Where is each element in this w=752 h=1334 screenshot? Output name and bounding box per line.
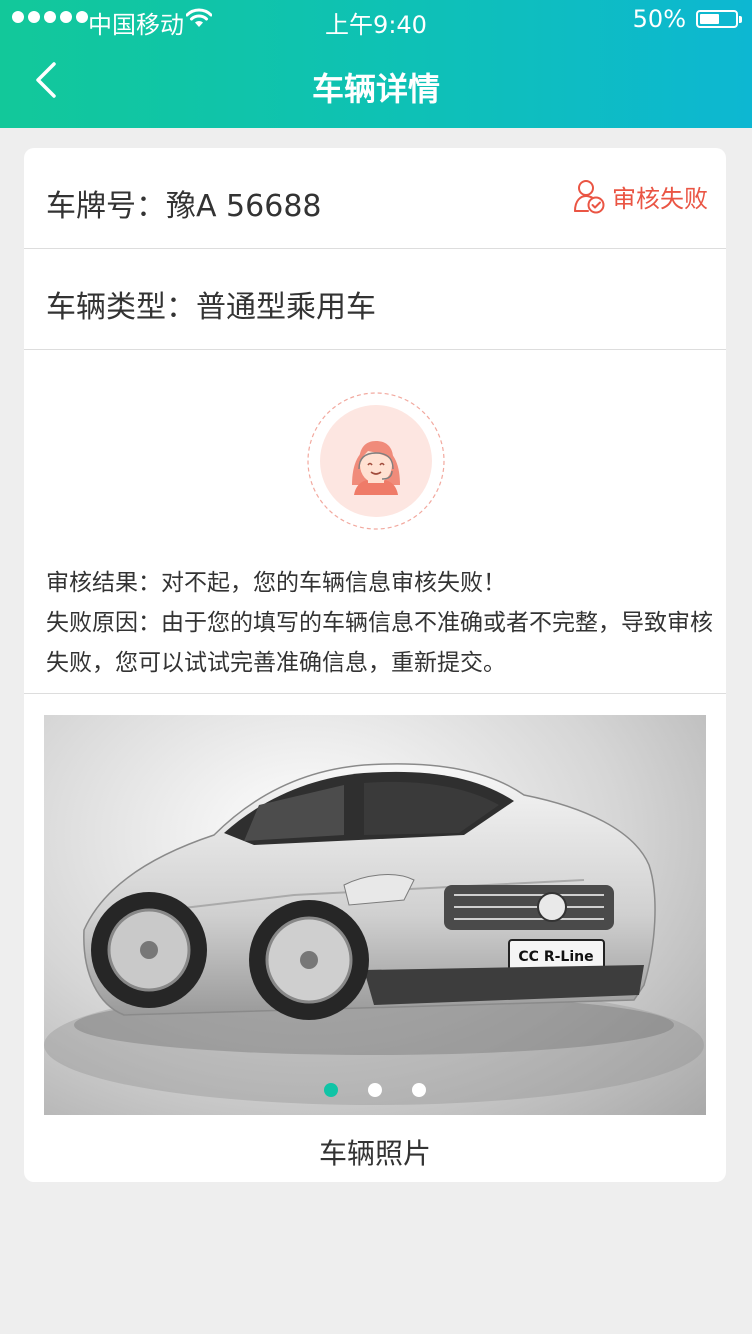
reason-label: 失败原因： [46, 610, 161, 636]
vehicle-type-value: 普通型乘用车 [196, 290, 376, 325]
vehicle-photo-carousel[interactable]: CC R-Line [44, 715, 706, 1115]
carousel-dot[interactable] [368, 1083, 382, 1097]
plate-row: 车牌号：豫A 56688 审核失败 [24, 148, 726, 249]
result-label: 审核结果： [46, 570, 161, 596]
plate-label: 车牌号： [46, 189, 166, 224]
carousel-indicators [44, 1083, 706, 1097]
review-status-badge: 审核失败 [572, 178, 708, 214]
vehicle-detail-card: 车牌号：豫A 56688 审核失败 车辆类型：普通型乘用车 审核结果：对不起，您… [24, 148, 726, 1182]
status-bar: 中国移动 上午9:40 50% [0, 0, 752, 40]
app-header: 中国移动 上午9:40 50% 车辆详情 [0, 0, 752, 128]
plate-info: 车牌号：豫A 56688 [46, 181, 322, 225]
vehicle-type-label: 车辆类型： [46, 290, 196, 325]
failure-reason: 失败原因：由于您的填写的车辆信息不准确或者不完整，导致审核失败，您可以试试完善准… [46, 603, 716, 683]
vehicle-type-row: 车辆类型：普通型乘用车 [24, 249, 726, 350]
review-failed-icon [574, 180, 605, 214]
review-result: 审核结果：对不起，您的车辆信息审核失败！ 失败原因：由于您的填写的车辆信息不准确… [46, 563, 716, 683]
plate-number: 豫A 56688 [166, 189, 322, 224]
result-text: 对不起，您的车辆信息审核失败！ [161, 570, 506, 596]
battery-icon [696, 10, 742, 28]
page-title: 车辆详情 [311, 70, 440, 108]
carousel-dot[interactable] [412, 1083, 426, 1097]
review-result-line: 审核结果：对不起，您的车辆信息审核失败！ [46, 563, 716, 603]
car-plate-text: CC R-Line [518, 949, 593, 965]
carousel-dot[interactable] [324, 1083, 338, 1097]
support-avatar-icon [307, 392, 445, 530]
car-photo: CC R-Line [44, 763, 704, 1105]
review-status-text: 审核失败 [612, 184, 708, 213]
battery-percent: 50% [632, 5, 686, 33]
divider [24, 693, 726, 694]
photo-caption: 车辆照片 [318, 1137, 431, 1170]
vehicle-type: 车辆类型：普通型乘用车 [46, 282, 376, 326]
